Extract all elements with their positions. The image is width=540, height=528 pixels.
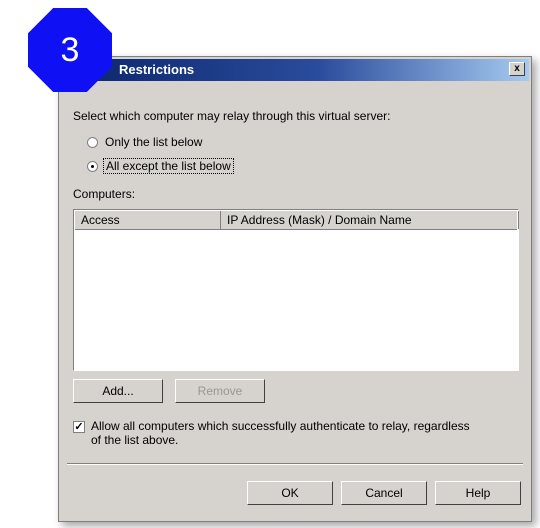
relay-prompt: Select which computer may relay through … [73,109,391,123]
radio-button-icon [87,137,98,148]
help-button[interactable]: Help [435,481,521,505]
computers-list[interactable]: Access IP Address (Mask) / Domain Name [73,209,519,371]
column-header-ip-address[interactable]: IP Address (Mask) / Domain Name [221,211,519,229]
remove-button[interactable]: Remove [175,379,265,403]
separator [67,463,523,465]
radio-only-list-below[interactable]: Only the list below [87,135,287,151]
cancel-button[interactable]: Cancel [341,481,427,505]
ok-button[interactable]: OK [247,481,333,505]
title-bar: Restrictions x [61,59,529,81]
radio-all-except-list-below[interactable]: All except the list below [87,158,287,175]
radio-dot-icon [91,165,94,168]
computers-label: Computers: [73,187,136,201]
column-header-access[interactable]: Access [75,211,221,229]
list-header: Access IP Address (Mask) / Domain Name [75,211,519,230]
window-title: Restrictions [119,62,195,77]
checkbox-checked-icon: ✓ [73,421,85,433]
restrictions-dialog: Restrictions x Select which computer may… [58,56,532,522]
radio-all-except-list-below-label: All except the list below [103,158,234,174]
radio-only-list-below-label: Only the list below [105,135,203,149]
allow-authenticated-relay-line2: of the list above. [91,433,179,447]
add-button[interactable]: Add... [73,379,163,403]
allow-authenticated-relay-line1: Allow all computers which successfully a… [91,419,470,433]
close-button[interactable]: x [509,62,525,76]
allow-authenticated-relay-checkbox[interactable]: ✓ Allow all computers which successfully… [73,419,523,451]
close-icon: x [514,63,520,74]
radio-button-selected-icon [87,161,98,172]
